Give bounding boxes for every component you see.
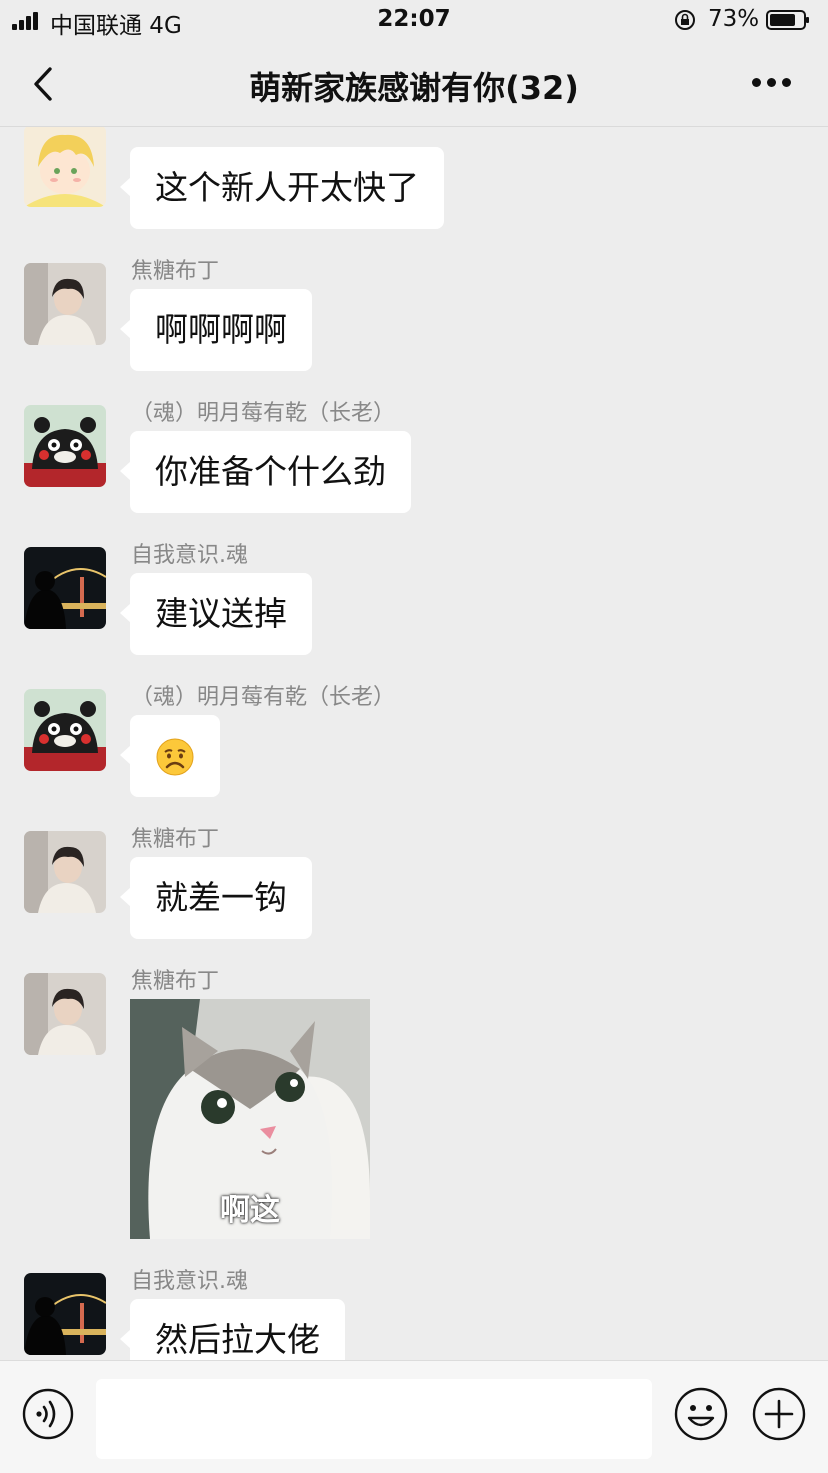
sender-name: 自我意识.魂 (131, 1269, 248, 1294)
frowning-face-icon (156, 738, 194, 776)
chat-header: 萌新家族感谢有你(32) (0, 42, 828, 127)
message-bubble[interactable]: 建议送掉 (120, 573, 312, 655)
avatar[interactable] (24, 547, 106, 629)
status-time: 22:07 (377, 6, 451, 32)
message-input[interactable] (96, 1379, 652, 1459)
input-bar (0, 1360, 828, 1473)
avatar[interactable] (24, 127, 106, 207)
battery-percent: 73% (708, 6, 760, 32)
message-bubble[interactable]: 啊啊啊啊 (120, 289, 312, 371)
rotation-lock-icon (675, 10, 695, 30)
sender-name: 焦糖布丁 (131, 827, 220, 852)
avatar[interactable] (24, 973, 106, 1055)
sender-name: （魂）明月莓有乾（长老） (131, 401, 396, 426)
message-bubble[interactable]: 这个新人开太快了 (120, 147, 444, 229)
message-list[interactable]: 这个新人开太快了 焦糖布丁 啊啊啊啊 （魂）明月莓有乾（长老） 你准备个什么劲 (0, 127, 828, 1360)
battery-icon (766, 10, 809, 30)
sender-name: （魂）明月莓有乾（长老） (131, 685, 396, 710)
avatar[interactable] (24, 405, 106, 487)
avatar[interactable] (24, 1273, 106, 1355)
sender-name: 焦糖布丁 (131, 259, 220, 284)
message-bubble[interactable]: 你准备个什么劲 (120, 431, 411, 513)
sender-name: 焦糖布丁 (131, 969, 220, 994)
avatar[interactable] (24, 689, 106, 771)
sticker-image[interactable]: 啊这 (130, 999, 370, 1239)
message-bubble[interactable] (120, 715, 220, 797)
chat-title: 萌新家族感谢有你(32) (249, 69, 579, 107)
sticker-caption: 啊这 (220, 1193, 280, 1228)
sender-name: 自我意识.魂 (131, 543, 248, 568)
avatar[interactable] (24, 831, 106, 913)
status-bar: 中国联通 4G 22:07 73% (0, 0, 828, 42)
message-bubble[interactable]: 然后拉大佬 (120, 1299, 345, 1360)
message-bubble[interactable]: 就差一钩 (120, 857, 312, 939)
avatar[interactable] (24, 263, 106, 345)
more-icon[interactable] (752, 78, 792, 90)
emoji-icon[interactable] (674, 1387, 728, 1441)
plus-icon[interactable] (752, 1387, 806, 1441)
voice-icon[interactable] (22, 1388, 74, 1440)
